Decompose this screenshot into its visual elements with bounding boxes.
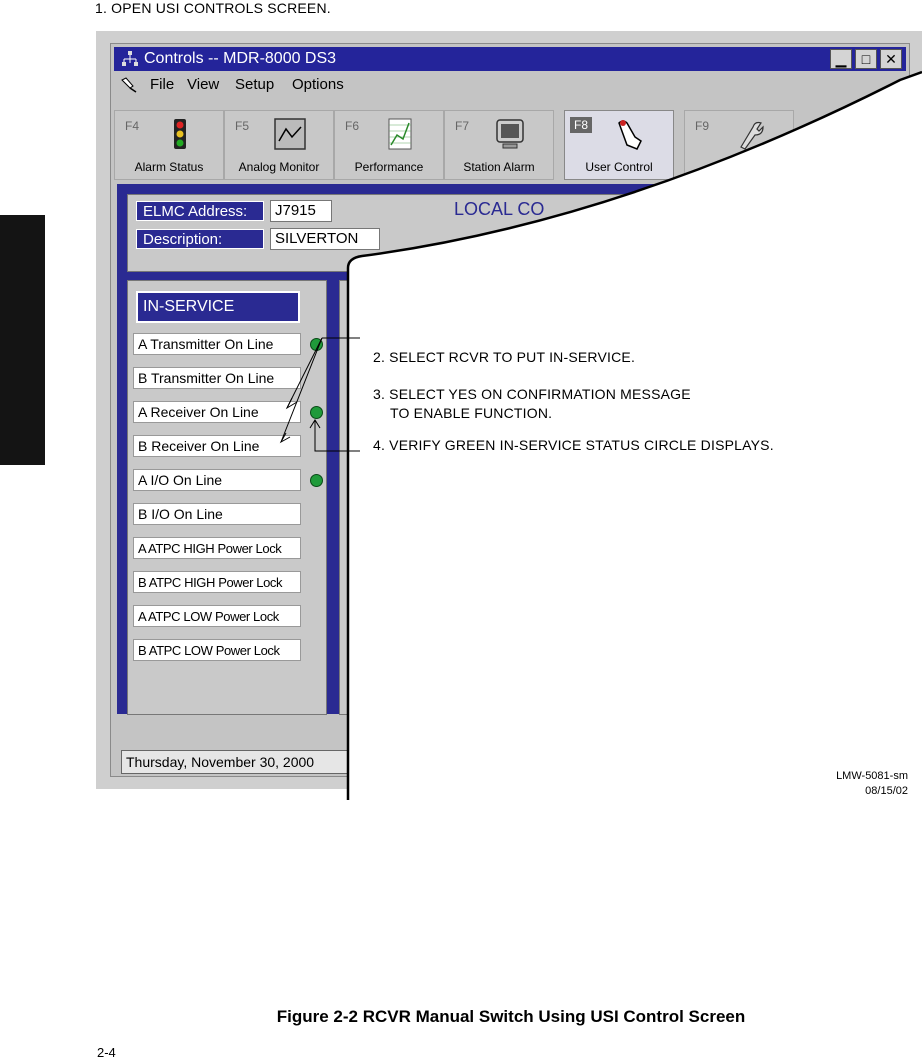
menu-bar: File View Setup Options (114, 72, 906, 98)
network-icon (122, 51, 138, 66)
fkey-number: F8 (570, 117, 593, 133)
menu-file[interactable]: File (150, 72, 174, 98)
title-bar[interactable]: Controls -- MDR-8000 DS3 ▁ □ ✕ (114, 47, 906, 71)
description-field: SILVERTON (270, 228, 380, 250)
menu-options[interactable]: Options (292, 72, 344, 98)
step-2-instruction: 2. SELECT RCVR TO PUT IN-SERVICE. (373, 349, 636, 365)
step-3-instruction-continued: TO ENABLE FUNCTION. (390, 405, 553, 421)
secondary-panel (339, 280, 369, 715)
fkey-label: Station Alarm (463, 160, 535, 174)
a-receiver-status-circle (310, 406, 323, 419)
fkey-alarm-status[interactable]: F4 Alarm Status (114, 110, 224, 180)
in-service-panel: IN-SERVICE A Transmitter On Line B Trans… (127, 280, 327, 715)
description-label: Description: (136, 229, 264, 249)
hand-pointer-icon (121, 77, 137, 93)
fkey-number: F5 (235, 119, 250, 133)
figure-code: LMW-5081-sm (836, 770, 908, 782)
step-3-instruction: 3. SELECT YES ON CONFIRMATION MESSAGE (373, 386, 691, 402)
fkey-performance[interactable]: F6 Performance (334, 110, 444, 180)
menu-setup[interactable]: Setup (235, 72, 274, 98)
wrench-icon (740, 121, 764, 150)
header-panel: ELMC Address: J7915 Description: SILVERT… (127, 194, 897, 272)
a-io-online-button[interactable]: A I/O On Line (133, 469, 301, 491)
elmc-address-field: J7915 (270, 200, 332, 222)
local-control-title: LOCAL CO (454, 199, 545, 219)
fkey-label: User Control (585, 160, 653, 174)
in-service-title: IN-SERVICE (136, 291, 300, 323)
menu-view[interactable]: View (187, 72, 219, 98)
a-receiver-online-button[interactable]: A Receiver On Line (133, 401, 301, 423)
figure-caption: Figure 2-2 RCVR Manual Switch Using USI … (276, 1007, 746, 1026)
a-atpc-low-lock-button[interactable]: A ATPC LOW Power Lock (133, 605, 301, 627)
fkey-label: Analog Monitor (238, 160, 320, 174)
a-transmitter-online-button[interactable]: A Transmitter On Line (133, 333, 301, 355)
step-1-instruction: 1. OPEN USI CONTROLS SCREEN. (95, 0, 331, 16)
close-button[interactable]: ✕ (880, 49, 902, 69)
oscilloscope-icon (274, 118, 306, 150)
chart-icon (388, 118, 412, 150)
fkey-number: F9 (695, 119, 710, 133)
page-number: 2-4 (97, 1045, 116, 1060)
b-receiver-online-button[interactable]: B Receiver On Line (133, 435, 301, 457)
a-io-status-circle (310, 474, 323, 487)
chapter-tab (0, 215, 45, 465)
b-atpc-high-lock-button[interactable]: B ATPC HIGH Power Lock (133, 571, 301, 593)
function-key-bar: F4 Alarm Status F5 Analog Monitor F6 Per… (114, 110, 906, 180)
figure-date: 08/15/02 (865, 785, 908, 797)
date-status-bar: Thursday, November 30, 2000 (121, 750, 357, 774)
fkey-label: Alarm Status (134, 160, 204, 174)
hand-pointer-icon (618, 120, 642, 150)
b-atpc-low-lock-button[interactable]: B ATPC LOW Power Lock (133, 639, 301, 661)
minimize-button[interactable]: ▁ (830, 49, 852, 69)
step-4-instruction: 4. VERIFY GREEN IN-SERVICE STATUS CIRCLE… (373, 437, 774, 453)
a-atpc-high-lock-button[interactable]: A ATPC HIGH Power Lock (133, 537, 301, 559)
a-transmitter-status-circle (310, 338, 323, 351)
maximize-button[interactable]: □ (855, 49, 877, 69)
elmc-address-label: ELMC Address: (136, 201, 264, 221)
fkey-number: F4 (125, 119, 140, 133)
fkey-number: F7 (455, 119, 470, 133)
b-io-online-button[interactable]: B I/O On Line (133, 503, 301, 525)
window-title: Controls -- MDR-8000 DS3 (144, 50, 337, 67)
traffic-light-icon (174, 119, 186, 149)
fkey-analog-monitor[interactable]: F5 Analog Monitor (224, 110, 334, 180)
fkey-user-control[interactable]: F8 User Control (564, 110, 674, 180)
monitor-icon (496, 119, 524, 149)
fkey-label: Performance (354, 160, 424, 174)
b-transmitter-online-button[interactable]: B Transmitter On Line (133, 367, 301, 389)
fkey-f9[interactable]: F9 (684, 110, 794, 180)
fkey-station-alarm[interactable]: F7 Station Alarm (444, 110, 554, 180)
fkey-number: F6 (345, 119, 360, 133)
